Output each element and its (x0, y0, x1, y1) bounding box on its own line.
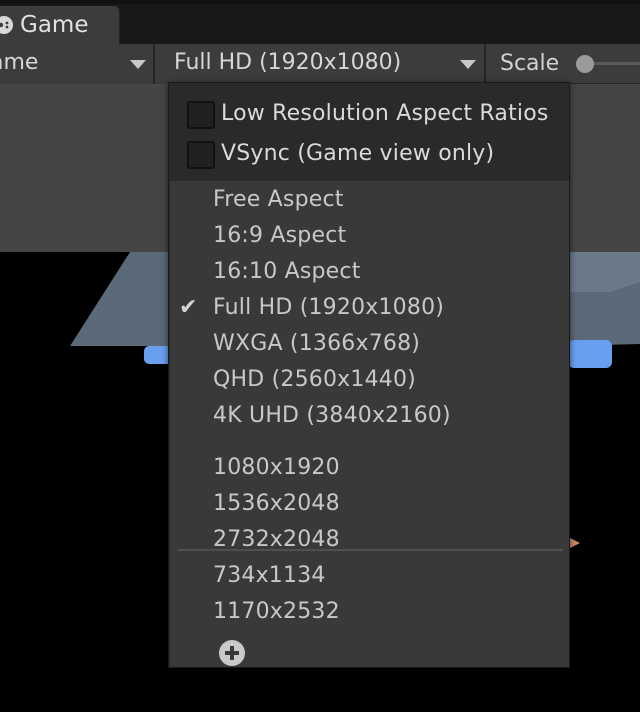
scale-label: Scale (500, 51, 560, 76)
menu-item-custom[interactable]: 1536x2048 (170, 487, 569, 523)
option-vsync[interactable]: VSync (Game view only) (169, 137, 569, 175)
menu-item-4k-uhd[interactable]: 4K UHD (3840x2160) (170, 399, 569, 435)
option-vsync-label: VSync (Game view only) (221, 141, 495, 166)
menu-item-label: 1170x2532 (213, 599, 340, 624)
chevron-down-icon (460, 60, 476, 69)
menu-item-label: 1536x2048 (213, 491, 340, 516)
menu-item-16-10-aspect[interactable]: 16:10 Aspect (170, 255, 569, 291)
menu-item-label: Full HD (1920x1080) (213, 295, 445, 320)
menu-item-custom[interactable]: 734x1134 (170, 559, 569, 595)
menu-item-full-hd[interactable]: ✔ Full HD (1920x1080) (170, 291, 569, 327)
gamepad-icon (0, 16, 13, 34)
checkmark-icon: ✔ (179, 295, 198, 320)
menu-item-label: 1080x1920 (213, 455, 340, 480)
menu-item-label: Free Aspect (213, 187, 344, 212)
menu-item-16-9-aspect[interactable]: 16:9 Aspect (170, 219, 569, 255)
menu-item-free-aspect[interactable]: Free Aspect (170, 183, 569, 219)
menu-item-label: QHD (2560x1440) (213, 367, 416, 392)
menu-item-label: 734x1134 (213, 563, 326, 588)
menu-item-label: 2732x2048 (213, 527, 340, 552)
plus-circle-icon[interactable] (219, 640, 245, 666)
chevron-down-icon (130, 60, 146, 69)
menu-item-custom[interactable]: 1080x1920 (170, 451, 569, 487)
menu-item-wxga[interactable]: WXGA (1366x768) (170, 327, 569, 363)
checkbox-low-resolution[interactable] (187, 101, 215, 129)
checkbox-vsync[interactable] (187, 141, 215, 169)
option-low-resolution[interactable]: Low Resolution Aspect Ratios (169, 97, 569, 135)
menu-item-custom[interactable]: 1170x2532 (170, 595, 569, 631)
resolution-menu: Low Resolution Aspect Ratios VSync (Game… (168, 82, 570, 668)
tab-game-label: Game (20, 12, 89, 38)
menu-item-label: 16:9 Aspect (213, 223, 347, 248)
menu-item-label: 4K UHD (3840x2160) (213, 403, 451, 428)
resolution-list: Free Aspect 16:9 Aspect 16:10 Aspect ✔ F… (170, 181, 569, 667)
scale-slider-thumb[interactable] (576, 55, 594, 73)
tab-strip: Game (0, 0, 640, 44)
scale-slider-track[interactable] (586, 62, 640, 65)
resolution-dropdown-label: Full HD (1920x1080) (174, 50, 402, 75)
resolution-dropdown[interactable]: Full HD (1920x1080) (156, 44, 486, 84)
option-low-resolution-label: Low Resolution Aspect Ratios (221, 101, 549, 126)
tab-game[interactable]: Game (0, 6, 120, 44)
display-dropdown-label: ame (0, 50, 39, 75)
menu-item-label: WXGA (1366x768) (213, 331, 421, 356)
display-dropdown[interactable]: ame (0, 44, 155, 84)
game-view-toolbar: ame Full HD (1920x1080) Scale (0, 44, 640, 84)
menu-item-qhd[interactable]: QHD (2560x1440) (170, 363, 569, 399)
menu-item-label: 16:10 Aspect (213, 259, 361, 284)
menu-item-custom[interactable]: 2732x2048 (170, 523, 569, 559)
tab-strip-edge (0, 0, 640, 4)
